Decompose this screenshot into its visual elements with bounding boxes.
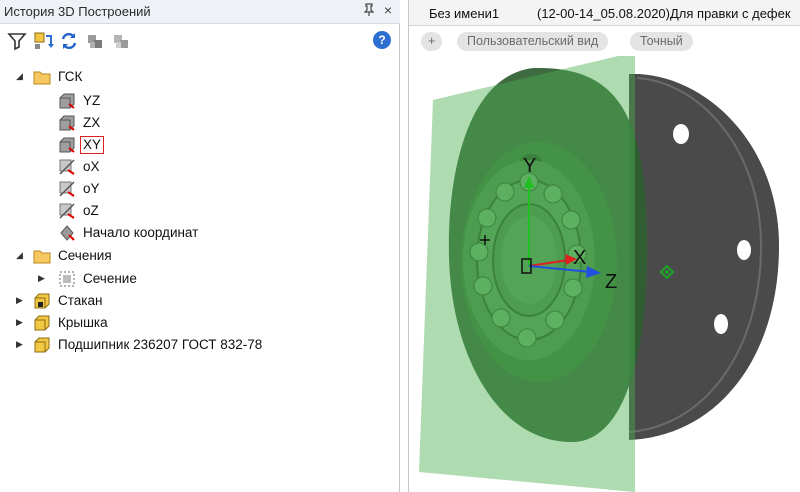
bolt-hole	[673, 124, 689, 144]
xy-plane	[419, 52, 635, 492]
expand-arrow-icon[interactable]: ▶	[16, 339, 26, 349]
history-panel: История 3D Построений × ? ◢ ГСК YZ ZX XY…	[0, 0, 400, 492]
tree-item-origin[interactable]: Начало координат	[0, 222, 400, 244]
component-icon[interactable]	[84, 30, 106, 52]
collapse-arrow-icon[interactable]: ◢	[16, 250, 26, 260]
tree-label: oZ	[83, 203, 99, 218]
flange-body	[629, 74, 779, 440]
z-axis-label: Z	[605, 271, 617, 293]
tree-item-part-1[interactable]: ▶ Стакан	[0, 290, 400, 312]
bolt-hole	[737, 240, 751, 260]
tree-label: Сечение	[83, 271, 137, 286]
tree-label: Сечения	[58, 248, 112, 263]
render-mode-button[interactable]: Точный	[630, 32, 693, 51]
pin-icon[interactable]	[362, 3, 376, 19]
tab-subtitle: (12-00-14_05.08.2020)Для правки с дефек	[537, 6, 791, 21]
panel-header: История 3D Построений ×	[0, 0, 400, 24]
tree-label: oX	[83, 159, 100, 174]
tree-item-oz[interactable]: oZ	[0, 200, 400, 222]
help-button[interactable]: ?	[373, 31, 391, 49]
part-lock-icon	[33, 292, 51, 310]
filter-icon[interactable]	[6, 30, 28, 52]
tree-label: XY	[80, 136, 105, 154]
model-window: Без имени1 (12-00-14_05.08.2020)Для прав…	[408, 0, 800, 492]
history-toolbar: ?	[0, 26, 400, 58]
tree-label: ZX	[83, 115, 101, 130]
3d-viewport[interactable]: Y X Z	[409, 52, 800, 492]
tree-label: oY	[83, 181, 100, 196]
part-icon	[33, 336, 51, 354]
view-orientation-button[interactable]: Пользовательский вид	[457, 32, 609, 51]
model-scene: Y X Z	[419, 52, 779, 492]
tree-item-part-3[interactable]: ▶ Подшипник 236207 ГОСТ 832-78	[0, 334, 400, 356]
collapse-arrow-icon[interactable]: ◢	[16, 71, 26, 81]
close-icon[interactable]: ×	[380, 2, 396, 20]
axis-icon	[58, 202, 76, 220]
bolt-hole	[714, 314, 728, 334]
tree-label: Крышка	[58, 315, 108, 330]
tree-item-gsk[interactable]: ◢ ГСК	[0, 66, 400, 88]
axis-icon	[58, 158, 76, 176]
add-view-button[interactable]: +	[421, 32, 443, 51]
plane-icon	[58, 136, 76, 154]
folder-icon	[33, 247, 51, 265]
rebuild-icon[interactable]	[58, 30, 80, 52]
tree-item-part-2[interactable]: ▶ Крышка	[0, 312, 400, 334]
tree-label: Стакан	[58, 293, 103, 308]
tree-label: Начало координат	[83, 225, 199, 240]
tree-label: Подшипник 236207 ГОСТ 832-78	[58, 337, 263, 352]
expand-arrow-icon[interactable]: ▶	[16, 295, 26, 305]
origin-icon	[58, 224, 76, 242]
x-axis-label: X	[573, 247, 586, 269]
tree-item-xy[interactable]: XY	[0, 134, 400, 156]
tree-item-section[interactable]: ▶ Сечение	[0, 268, 400, 290]
expand-arrow-icon[interactable]: ▶	[16, 317, 26, 327]
folder-icon	[33, 68, 51, 86]
tree-item-zx[interactable]: ZX	[0, 112, 400, 134]
tab-title[interactable]: Без имени1	[429, 6, 499, 21]
document-tab[interactable]: Без имени1 (12-00-14_05.08.2020)Для прав…	[409, 0, 800, 26]
plane-icon	[58, 114, 76, 132]
tree-item-oy[interactable]: oY	[0, 178, 400, 200]
axis-icon	[58, 180, 76, 198]
tree-item-sections[interactable]: ◢ Сечения	[0, 245, 400, 267]
plane-icon	[58, 92, 76, 110]
y-axis-label: Y	[523, 155, 536, 177]
panel-title: История 3D Построений	[4, 4, 151, 19]
section-icon	[58, 270, 76, 288]
tree-item-yz[interactable]: YZ	[0, 90, 400, 112]
part-icon	[33, 314, 51, 332]
tree-item-ox[interactable]: oX	[0, 156, 400, 178]
rollback-icon[interactable]	[32, 30, 54, 52]
component-gray-icon[interactable]	[110, 30, 132, 52]
expand-arrow-icon[interactable]: ▶	[38, 273, 48, 283]
tree-label: ГСК	[58, 69, 83, 84]
tree-label: YZ	[83, 93, 101, 108]
